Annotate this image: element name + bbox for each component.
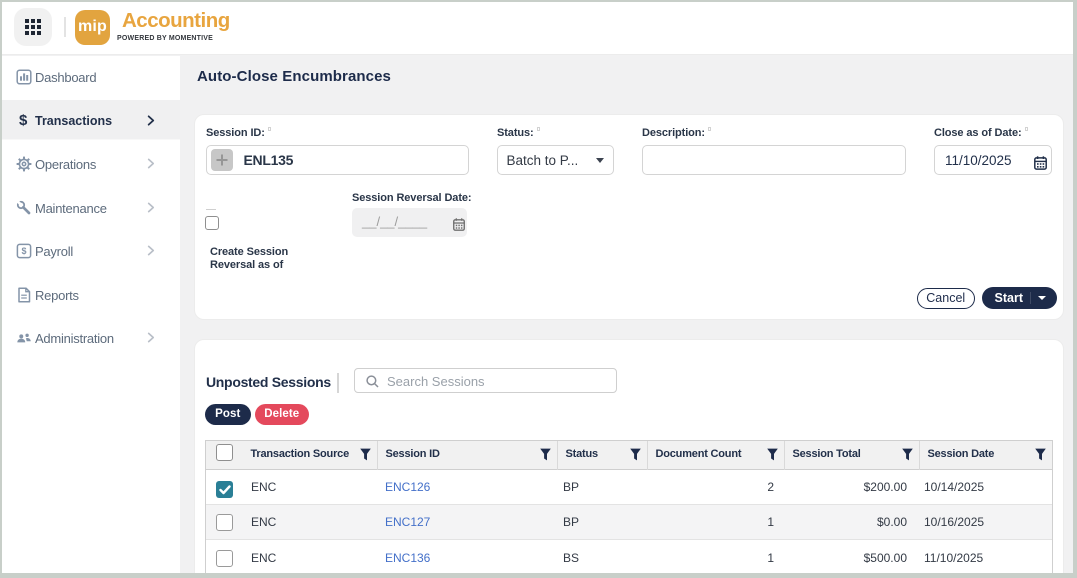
svg-text:$: $ (21, 246, 26, 256)
